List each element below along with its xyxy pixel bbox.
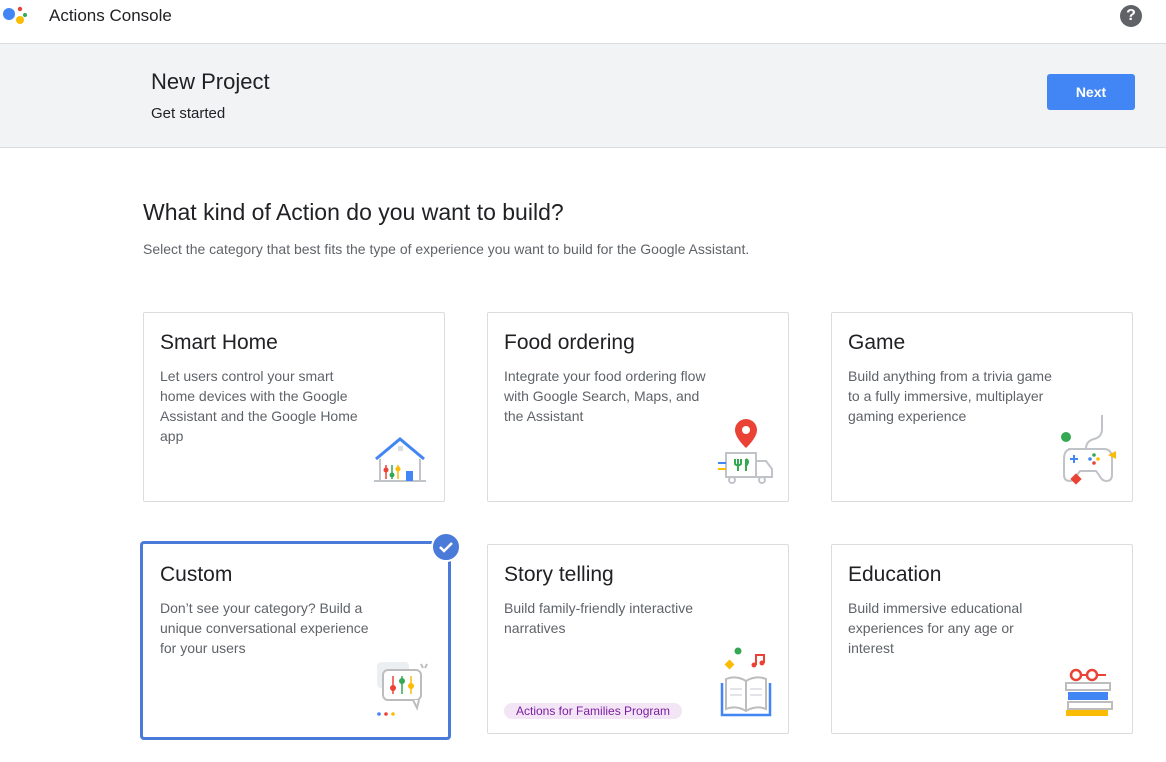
next-button[interactable]: Next: [1047, 74, 1135, 110]
card-title: Food ordering: [504, 331, 635, 354]
card-title: Education: [848, 563, 942, 586]
card-title: Smart Home: [160, 331, 278, 354]
storybook-icon: [720, 647, 772, 717]
card-description: Build anything from a trivia game to a f…: [848, 368, 1052, 424]
card-title: Game: [848, 331, 906, 354]
help-icon[interactable]: ?: [1120, 5, 1142, 27]
category-card-food-ordering[interactable]: Food ordering Integrate your food orderi…: [487, 312, 789, 502]
food-truck-icon: [718, 419, 773, 484]
card-title: Custom: [160, 563, 233, 586]
section-description: Select the category that best fits the t…: [143, 241, 750, 257]
page-subtitle: Get started: [151, 105, 226, 122]
page-title: New Project: [151, 69, 270, 94]
custom-chat-icon: [377, 662, 428, 716]
category-card-story-telling[interactable]: Story telling Build family-friendly inte…: [487, 544, 789, 734]
card-description: Let users control your smart home device…: [160, 368, 358, 444]
category-card-custom[interactable]: Custom Don’t see your category? Build a …: [140, 541, 451, 740]
app-bar: Actions Console ?: [0, 0, 1166, 44]
selected-check-icon: [431, 532, 461, 562]
section-heading: What kind of Action do you want to build…: [143, 199, 564, 225]
books-glasses-icon: [1065, 668, 1113, 716]
families-program-badge: Actions for Families Program: [504, 703, 683, 719]
project-header: New Project Get started Next: [0, 44, 1166, 148]
smart-home-icon: [374, 437, 426, 482]
category-card-smart-home[interactable]: Smart Home Let users control your smart …: [143, 312, 445, 502]
category-card-education[interactable]: Education Build immersive educational ex…: [831, 544, 1133, 734]
card-description: Build immersive educational experiences …: [848, 600, 1023, 656]
game-controller-icon: [1061, 415, 1116, 485]
google-assistant-logo-icon[interactable]: [2, 4, 30, 28]
category-card-game[interactable]: Game Build anything from a trivia game t…: [831, 312, 1133, 502]
card-description: Build family-friendly interactive narrat…: [504, 600, 694, 636]
card-title: Story telling: [504, 563, 614, 586]
card-description: Integrate your food ordering flow with G…: [504, 368, 706, 424]
card-description: Don’t see your category? Build a unique …: [160, 600, 369, 656]
app-title: Actions Console: [49, 6, 172, 25]
